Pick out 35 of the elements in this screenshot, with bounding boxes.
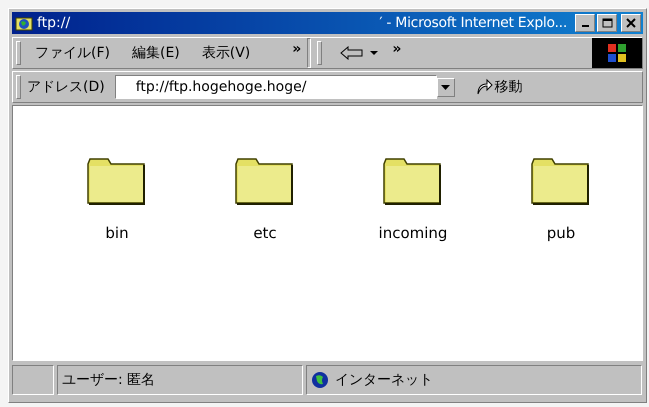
go-button[interactable]: 移動 — [472, 76, 525, 98]
minimize-icon — [582, 25, 588, 27]
address-label: アドレス(D) — [27, 78, 105, 96]
folder-name[interactable]: incoming — [378, 224, 448, 242]
folder-icon — [86, 156, 148, 206]
zone-status: インターネット — [335, 371, 433, 389]
dropdown-button[interactable] — [436, 78, 455, 96]
maximize-icon — [602, 18, 612, 28]
address-field[interactable]: ftp://ftp.hogehoge.hoge/ — [114, 75, 437, 99]
go-arrow-icon — [474, 78, 493, 96]
menu-item[interactable]: ファイル(F) — [27, 44, 118, 62]
folder-name[interactable]: etc — [253, 224, 277, 242]
back-arrow-icon[interactable] — [340, 46, 364, 60]
menu-item[interactable]: 編集(E) — [124, 44, 188, 62]
menu-item[interactable]: 表示(V) — [194, 44, 258, 62]
dropdown-arrow-icon[interactable] — [370, 50, 378, 56]
folder-name[interactable]: bin — [105, 224, 129, 242]
close-icon — [626, 18, 636, 28]
window-title: ′ - Microsoft Internet Explo... — [379, 15, 567, 31]
user-status: ユーザー: 匿名 — [57, 365, 303, 395]
status-panel — [12, 365, 54, 395]
minimize-button[interactable] — [575, 14, 595, 32]
globe-icon — [311, 371, 329, 389]
folder-icon — [234, 156, 296, 206]
folder-icon — [382, 156, 444, 206]
folder-globe-icon — [15, 15, 33, 31]
folder-icon — [530, 156, 592, 206]
windows-logo-icon — [606, 42, 628, 64]
window-title: ftp:// — [37, 15, 70, 31]
chevron-button[interactable]: » — [292, 41, 302, 57]
dropdown-arrow-icon — [441, 84, 450, 90]
maximize-button[interactable] — [597, 14, 617, 32]
close-button[interactable] — [621, 14, 641, 32]
folder-name[interactable]: pub — [546, 224, 576, 242]
chevron-button[interactable]: » — [392, 41, 402, 57]
